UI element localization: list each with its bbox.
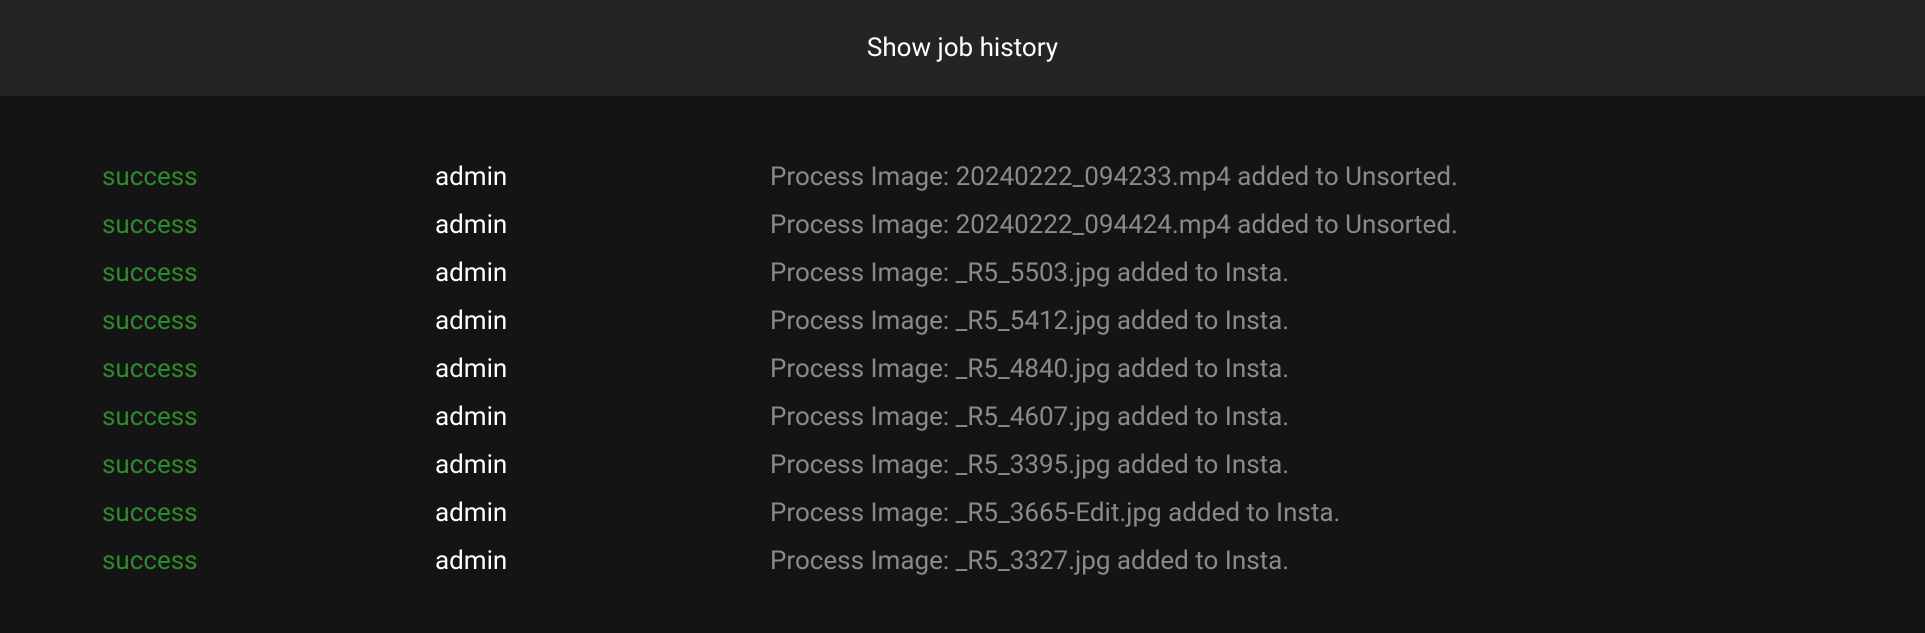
job-status: success <box>102 446 435 485</box>
job-user: admin <box>435 446 770 485</box>
job-message: Process Image: _R5_5412.jpg added to Ins… <box>770 302 1289 341</box>
job-status: success <box>102 350 435 389</box>
job-status: success <box>102 206 435 245</box>
job-message: Process Image: _R5_3327.jpg added to Ins… <box>770 542 1289 581</box>
job-user: admin <box>435 254 770 293</box>
job-user: admin <box>435 542 770 581</box>
job-row: success admin Process Image: _R5_3665-Ed… <box>102 494 1925 533</box>
job-status: success <box>102 158 435 197</box>
show-job-history-button[interactable]: Show job history <box>0 0 1925 96</box>
job-status: success <box>102 542 435 581</box>
header-label: Show job history <box>867 33 1058 63</box>
job-message: Process Image: _R5_4607.jpg added to Ins… <box>770 398 1289 437</box>
job-message: Process Image: _R5_4840.jpg added to Ins… <box>770 350 1289 389</box>
job-user: admin <box>435 494 770 533</box>
job-message: Process Image: _R5_3395.jpg added to Ins… <box>770 446 1289 485</box>
job-row: success admin Process Image: _R5_4607.jp… <box>102 398 1925 437</box>
job-status: success <box>102 254 435 293</box>
job-row: success admin Process Image: _R5_5412.jp… <box>102 302 1925 341</box>
job-user: admin <box>435 302 770 341</box>
job-user: admin <box>435 158 770 197</box>
job-row: success admin Process Image: 20240222_09… <box>102 158 1925 197</box>
job-status: success <box>102 398 435 437</box>
job-user: admin <box>435 398 770 437</box>
job-message: Process Image: _R5_5503.jpg added to Ins… <box>770 254 1289 293</box>
job-status: success <box>102 302 435 341</box>
job-message: Process Image: _R5_3665-Edit.jpg added t… <box>770 494 1340 533</box>
job-history-list: success admin Process Image: 20240222_09… <box>0 96 1925 581</box>
job-message: Process Image: 20240222_094233.mp4 added… <box>770 158 1458 197</box>
job-row: success admin Process Image: _R5_3395.jp… <box>102 446 1925 485</box>
job-status: success <box>102 494 435 533</box>
job-user: admin <box>435 206 770 245</box>
job-row: success admin Process Image: _R5_5503.jp… <box>102 254 1925 293</box>
job-row: success admin Process Image: _R5_3327.jp… <box>102 542 1925 581</box>
job-row: success admin Process Image: 20240222_09… <box>102 206 1925 245</box>
job-user: admin <box>435 350 770 389</box>
job-row: success admin Process Image: _R5_4840.jp… <box>102 350 1925 389</box>
job-message: Process Image: 20240222_094424.mp4 added… <box>770 206 1458 245</box>
